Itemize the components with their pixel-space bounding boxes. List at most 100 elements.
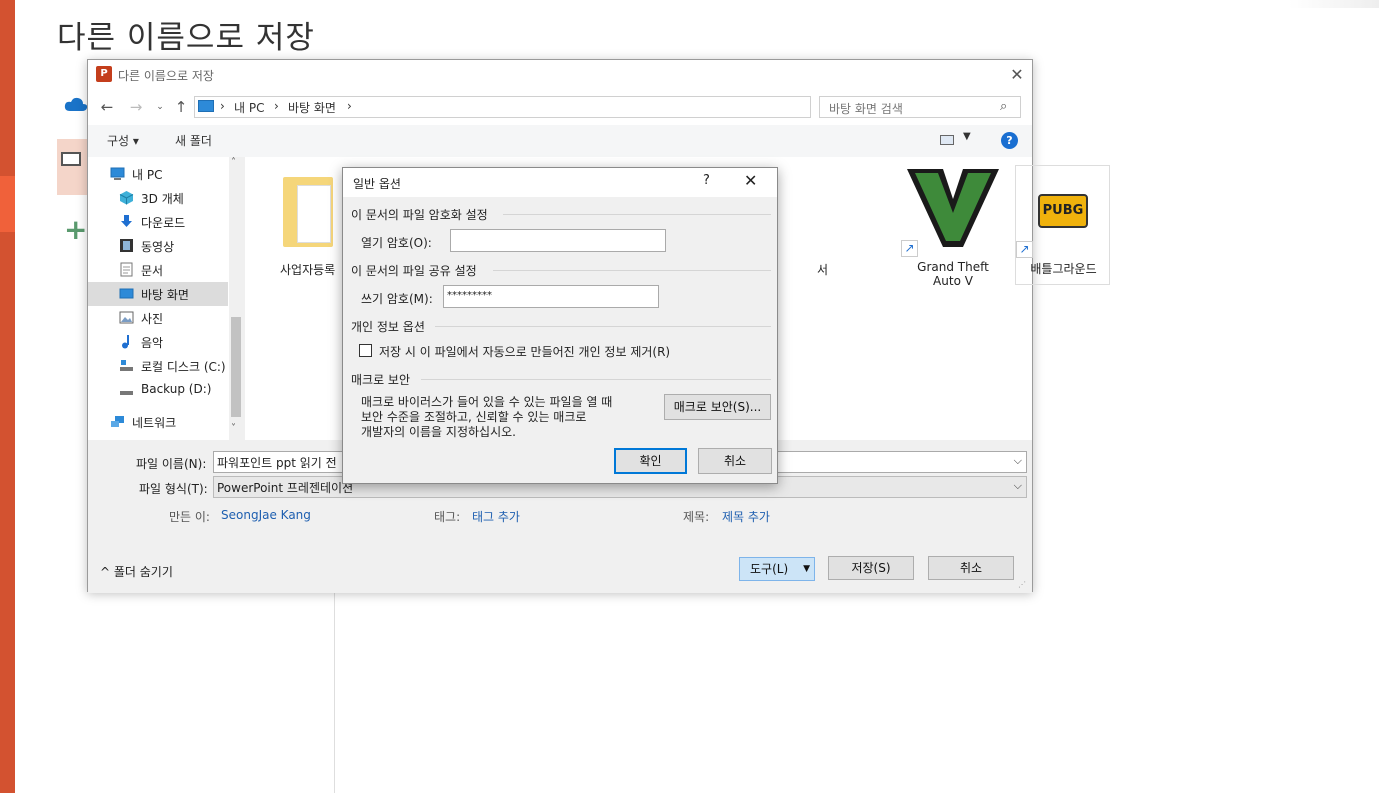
- recent-locations-chevron-icon[interactable]: ⌄: [151, 97, 169, 117]
- nav-item-label: 네트워크: [132, 416, 177, 430]
- macro-description: 개발자의 이름을 지정하십시오.: [361, 425, 516, 439]
- cancel-button[interactable]: 취소: [698, 448, 772, 474]
- onedrive-icon[interactable]: [64, 96, 88, 112]
- gta-v-icon: [907, 169, 999, 247]
- shortcut-arrow-icon: ↗: [901, 240, 918, 257]
- open-password-input[interactable]: [450, 229, 666, 252]
- file-item[interactable]: PUBG ↗ 배틀그라운드: [1015, 165, 1110, 285]
- this-pc-location[interactable]: [57, 139, 89, 195]
- scrollbar-thumb[interactable]: [231, 317, 241, 417]
- nav-item-label: 다운로드: [141, 216, 186, 230]
- nav-item-label: 사진: [141, 312, 164, 326]
- dialog-titlebar: P 다른 이름으로 저장 ✕: [88, 60, 1032, 89]
- organize-button[interactable]: 구성 ▾: [107, 132, 139, 149]
- author-link[interactable]: SeongJae Kang: [221, 508, 311, 522]
- file-label[interactable]: 서: [817, 261, 828, 278]
- breadcrumb-my-pc[interactable]: 내 PC: [234, 99, 264, 116]
- remove-personal-info-checkbox[interactable]: [359, 344, 372, 357]
- view-options-icon[interactable]: [940, 135, 954, 145]
- tools-button[interactable]: 도구(L) ▼: [739, 557, 815, 581]
- macro-section-heading: 매크로 보안: [351, 373, 411, 387]
- general-options-dialog: 일반 옵션 ? ✕ 이 문서의 파일 암호화 설정 열기 암호(O): 이 문서…: [342, 167, 778, 484]
- command-bar: 구성 ▾ 새 폴더 ▼ ?: [88, 125, 1032, 157]
- pc-icon: [110, 167, 125, 180]
- navigation-pane: 내 PC 3D 개체 다운로드 동영상 문서 바탕 화면 사진 음악 로컬 디스…: [88, 157, 243, 440]
- document-icon: [120, 262, 133, 277]
- nav-scrollbar[interactable]: ˄ ˅: [229, 157, 243, 440]
- remove-personal-info-label[interactable]: 저장 시 이 파일에서 자동으로 만들어진 개인 정보 제거(R): [379, 343, 670, 360]
- scroll-up-icon[interactable]: ˄: [231, 157, 236, 168]
- resize-grip-icon[interactable]: ⋰: [1018, 580, 1026, 589]
- nav-item-label: 3D 개체: [141, 192, 184, 206]
- pubg-logo-icon: PUBG: [1038, 194, 1088, 228]
- privacy-section-heading: 개인 정보 옵션: [351, 320, 425, 334]
- drive-icon: [120, 391, 133, 395]
- folder-icon: [283, 177, 333, 247]
- divider: [421, 379, 771, 380]
- hide-folders-button[interactable]: ^ 폴더 숨기기: [100, 563, 173, 580]
- back-arrow-icon[interactable]: ←: [98, 97, 116, 117]
- macro-security-button[interactable]: 매크로 보안(S)...: [664, 394, 771, 420]
- author-label: 만든 이:: [169, 510, 210, 524]
- picture-icon: [119, 311, 134, 324]
- breadcrumb-desktop[interactable]: 바탕 화면: [288, 99, 336, 116]
- search-input[interactable]: 바탕 화면 검색 ⌕: [819, 96, 1021, 118]
- add-place-icon[interactable]: +: [64, 216, 87, 244]
- help-icon[interactable]: ?: [1001, 132, 1018, 149]
- filetype-label: 파일 형식(T):: [139, 482, 208, 496]
- new-folder-button[interactable]: 새 폴더: [175, 132, 212, 149]
- nav-item-label: 로컬 디스크 (C:): [141, 360, 226, 374]
- nav-item-label: 바탕 화면: [141, 288, 189, 302]
- subject-label: 제목:: [683, 510, 710, 524]
- search-placeholder: 바탕 화면 검색: [829, 102, 903, 116]
- file-item[interactable]: 사업자등록: [280, 165, 350, 277]
- desktop-icon: [119, 288, 134, 299]
- dialog-title: 다른 이름으로 저장: [118, 69, 214, 83]
- filename-label: 파일 이름(N):: [136, 457, 207, 471]
- music-icon: [122, 335, 129, 349]
- dialog-title: 일반 옵션: [353, 177, 401, 191]
- divider: [503, 214, 771, 215]
- download-icon: [121, 215, 132, 227]
- nav-item-label: 문서: [141, 264, 164, 278]
- file-item[interactable]: ↗ Grand Theft Auto V: [901, 165, 999, 295]
- cancel-button[interactable]: 취소: [928, 556, 1014, 580]
- add-tag-link[interactable]: 태그 추가: [472, 508, 520, 525]
- nav-item-desktop[interactable]: 바탕 화면: [88, 282, 228, 306]
- file-label: Grand Theft Auto V: [917, 260, 989, 288]
- chevron-down-icon[interactable]: ▼: [963, 131, 971, 142]
- modify-password-input[interactable]: *********: [443, 285, 659, 308]
- shortcut-arrow-icon: ↗: [1016, 241, 1033, 258]
- page-title: 다른 이름으로 저장: [57, 20, 315, 56]
- tags-label: 태그:: [434, 510, 461, 524]
- modify-password-label: 쓰기 암호(M):: [361, 292, 433, 306]
- breadcrumb-separator: ›: [274, 99, 279, 113]
- chevron-down-icon[interactable]: ⌵: [1014, 454, 1022, 468]
- breadcrumb-separator: ›: [220, 99, 225, 113]
- backstage-sidebar: [0, 0, 15, 793]
- file-label: 배틀그라운드: [1030, 262, 1097, 276]
- divider: [334, 590, 335, 793]
- divider: [493, 270, 771, 271]
- network-icon: [111, 416, 124, 427]
- powerpoint-icon: P: [96, 66, 112, 82]
- chevron-down-icon[interactable]: ⌵: [1014, 479, 1022, 493]
- scroll-down-icon[interactable]: ˅: [231, 423, 236, 434]
- forward-arrow-icon[interactable]: →: [127, 97, 145, 117]
- tools-label: 도구(L): [750, 562, 789, 576]
- close-icon[interactable]: ✕: [1006, 64, 1028, 86]
- open-password-label: 열기 암호(O):: [361, 236, 432, 250]
- chevron-down-icon[interactable]: ▼: [803, 558, 810, 580]
- navigation-bar: ← → ⌄ ↑ › 내 PC › 바탕 화면 › ⌵ ↻ 바탕 화면 검색 ⌕: [88, 89, 1032, 125]
- drive-icon: [120, 360, 133, 371]
- address-bar[interactable]: › 내 PC › 바탕 화면 › ⌵ ↻: [194, 96, 906, 118]
- help-icon[interactable]: ?: [703, 173, 710, 188]
- divider: [435, 326, 771, 327]
- up-arrow-icon[interactable]: ↑: [172, 97, 190, 117]
- dialog-titlebar: 일반 옵션 ? ✕: [343, 168, 777, 197]
- nav-item-label: 동영상: [141, 240, 175, 254]
- close-icon[interactable]: ✕: [744, 171, 757, 190]
- save-button[interactable]: 저장(S): [828, 556, 914, 580]
- add-subject-link[interactable]: 제목 추가: [722, 508, 770, 525]
- ok-button[interactable]: 확인: [614, 448, 687, 474]
